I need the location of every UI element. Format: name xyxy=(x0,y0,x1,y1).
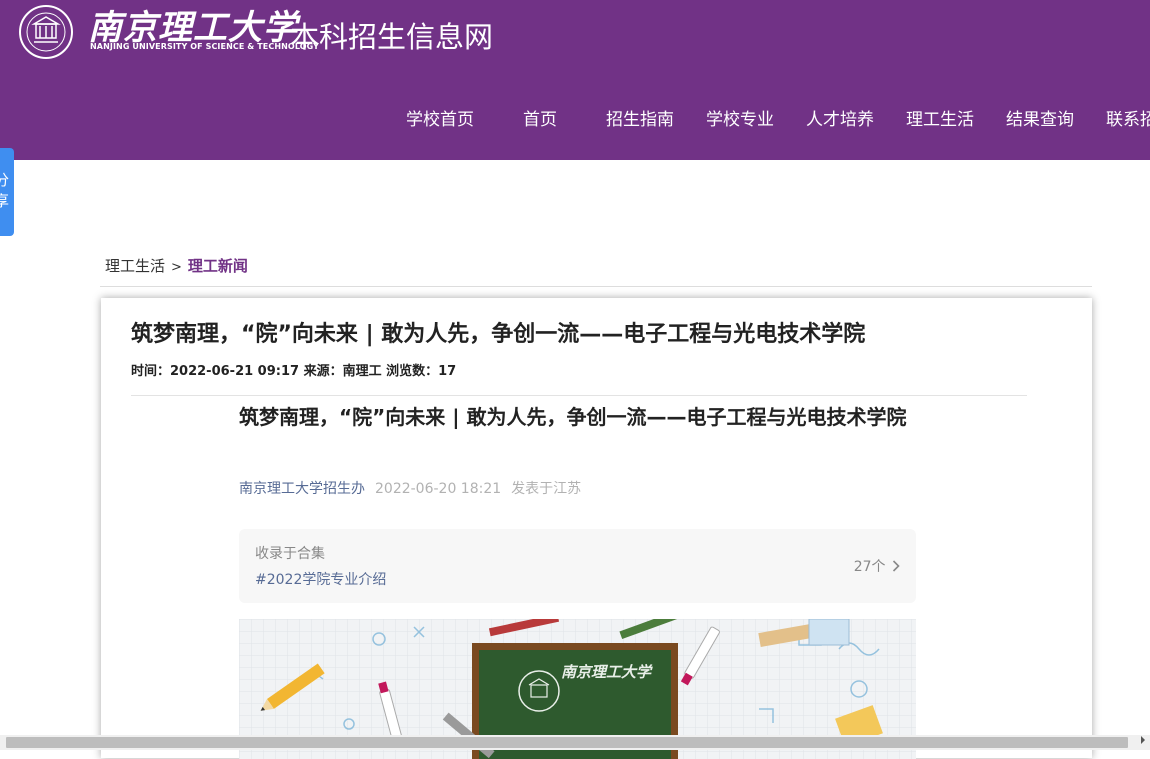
collection-card[interactable]: 收录于合集 #2022学院专业介绍 27个 xyxy=(239,529,916,603)
horizontal-scrollbar-thumb[interactable] xyxy=(6,737,1128,748)
share-tab-char: 享 xyxy=(0,192,10,210)
article-meta: 时间：2022-06-21 09:17 来源：南理工 浏览数：17 xyxy=(131,364,457,379)
nav-item-campus-life[interactable]: 理工生活 xyxy=(906,108,974,132)
article-card: 筑梦南理，“院”向未来 | 敢为人先，争创一流——电子工程与光电技术学院 时间：… xyxy=(101,298,1092,759)
nav-item-talent-training[interactable]: 人才培养 xyxy=(806,108,874,132)
chalkboard-text: 南京理工大学 xyxy=(561,663,653,681)
share-tab[interactable]: 分 享 xyxy=(0,148,14,236)
nav-item-contact[interactable]: 联系招生办 xyxy=(1106,108,1150,132)
article-title: 筑梦南理，“院”向未来 | 敢为人先，争创一流——电子工程与光电技术学院 xyxy=(131,322,866,347)
nav-item-admission-guide[interactable]: 招生指南 xyxy=(606,108,674,132)
scroll-right-arrow-icon[interactable] xyxy=(1136,735,1150,750)
wechat-article-meta: 南京理工大学招生办 2022-06-20 18:21 发表于江苏 xyxy=(239,478,581,498)
horizontal-scrollbar[interactable] xyxy=(0,735,1150,750)
site-name[interactable]: 本科招生信息网 xyxy=(290,14,493,56)
collection-count-text: 27个 xyxy=(853,559,886,575)
wechat-article-title: 筑梦南理，“院”向未来 | 敢为人先，争创一流——电子工程与光电技术学院 xyxy=(239,405,907,429)
wechat-publish-date: 2022-06-20 18:21 xyxy=(375,481,502,497)
nav-item-school-home[interactable]: 学校首页 xyxy=(406,108,474,132)
university-logo-english: NANJING UNIVERSITY OF SCIENCE & TECHNOLO… xyxy=(90,42,320,51)
breadcrumb-parent-link[interactable]: 理工生活 xyxy=(105,257,165,275)
nav-item-home[interactable]: 首页 xyxy=(523,108,557,132)
nav-item-majors[interactable]: 学校专业 xyxy=(706,108,774,132)
chevron-right-icon xyxy=(892,560,900,572)
university-seal-icon[interactable] xyxy=(14,4,78,60)
breadcrumb-divider xyxy=(100,286,1092,287)
breadcrumb-separator: > xyxy=(171,260,182,275)
collection-label: 收录于合集 xyxy=(255,546,325,562)
collection-count[interactable]: 27个 xyxy=(854,556,900,576)
share-tab-char: 分 xyxy=(0,171,10,189)
breadcrumb: 理工生活 > 理工新闻 xyxy=(105,256,248,278)
breadcrumb-current[interactable]: 理工新闻 xyxy=(188,257,248,275)
nav-item-result-query[interactable]: 结果查询 xyxy=(1006,108,1074,132)
article-divider xyxy=(131,395,1027,396)
wechat-publish-location: 发表于江苏 xyxy=(511,481,582,497)
collection-tag-link[interactable]: #2022学院专业介绍 xyxy=(255,569,386,589)
wechat-author-link[interactable]: 南京理工大学招生办 xyxy=(239,481,365,497)
site-header: 南京理工大学 NANJING UNIVERSITY OF SCIENCE & T… xyxy=(0,0,1150,160)
